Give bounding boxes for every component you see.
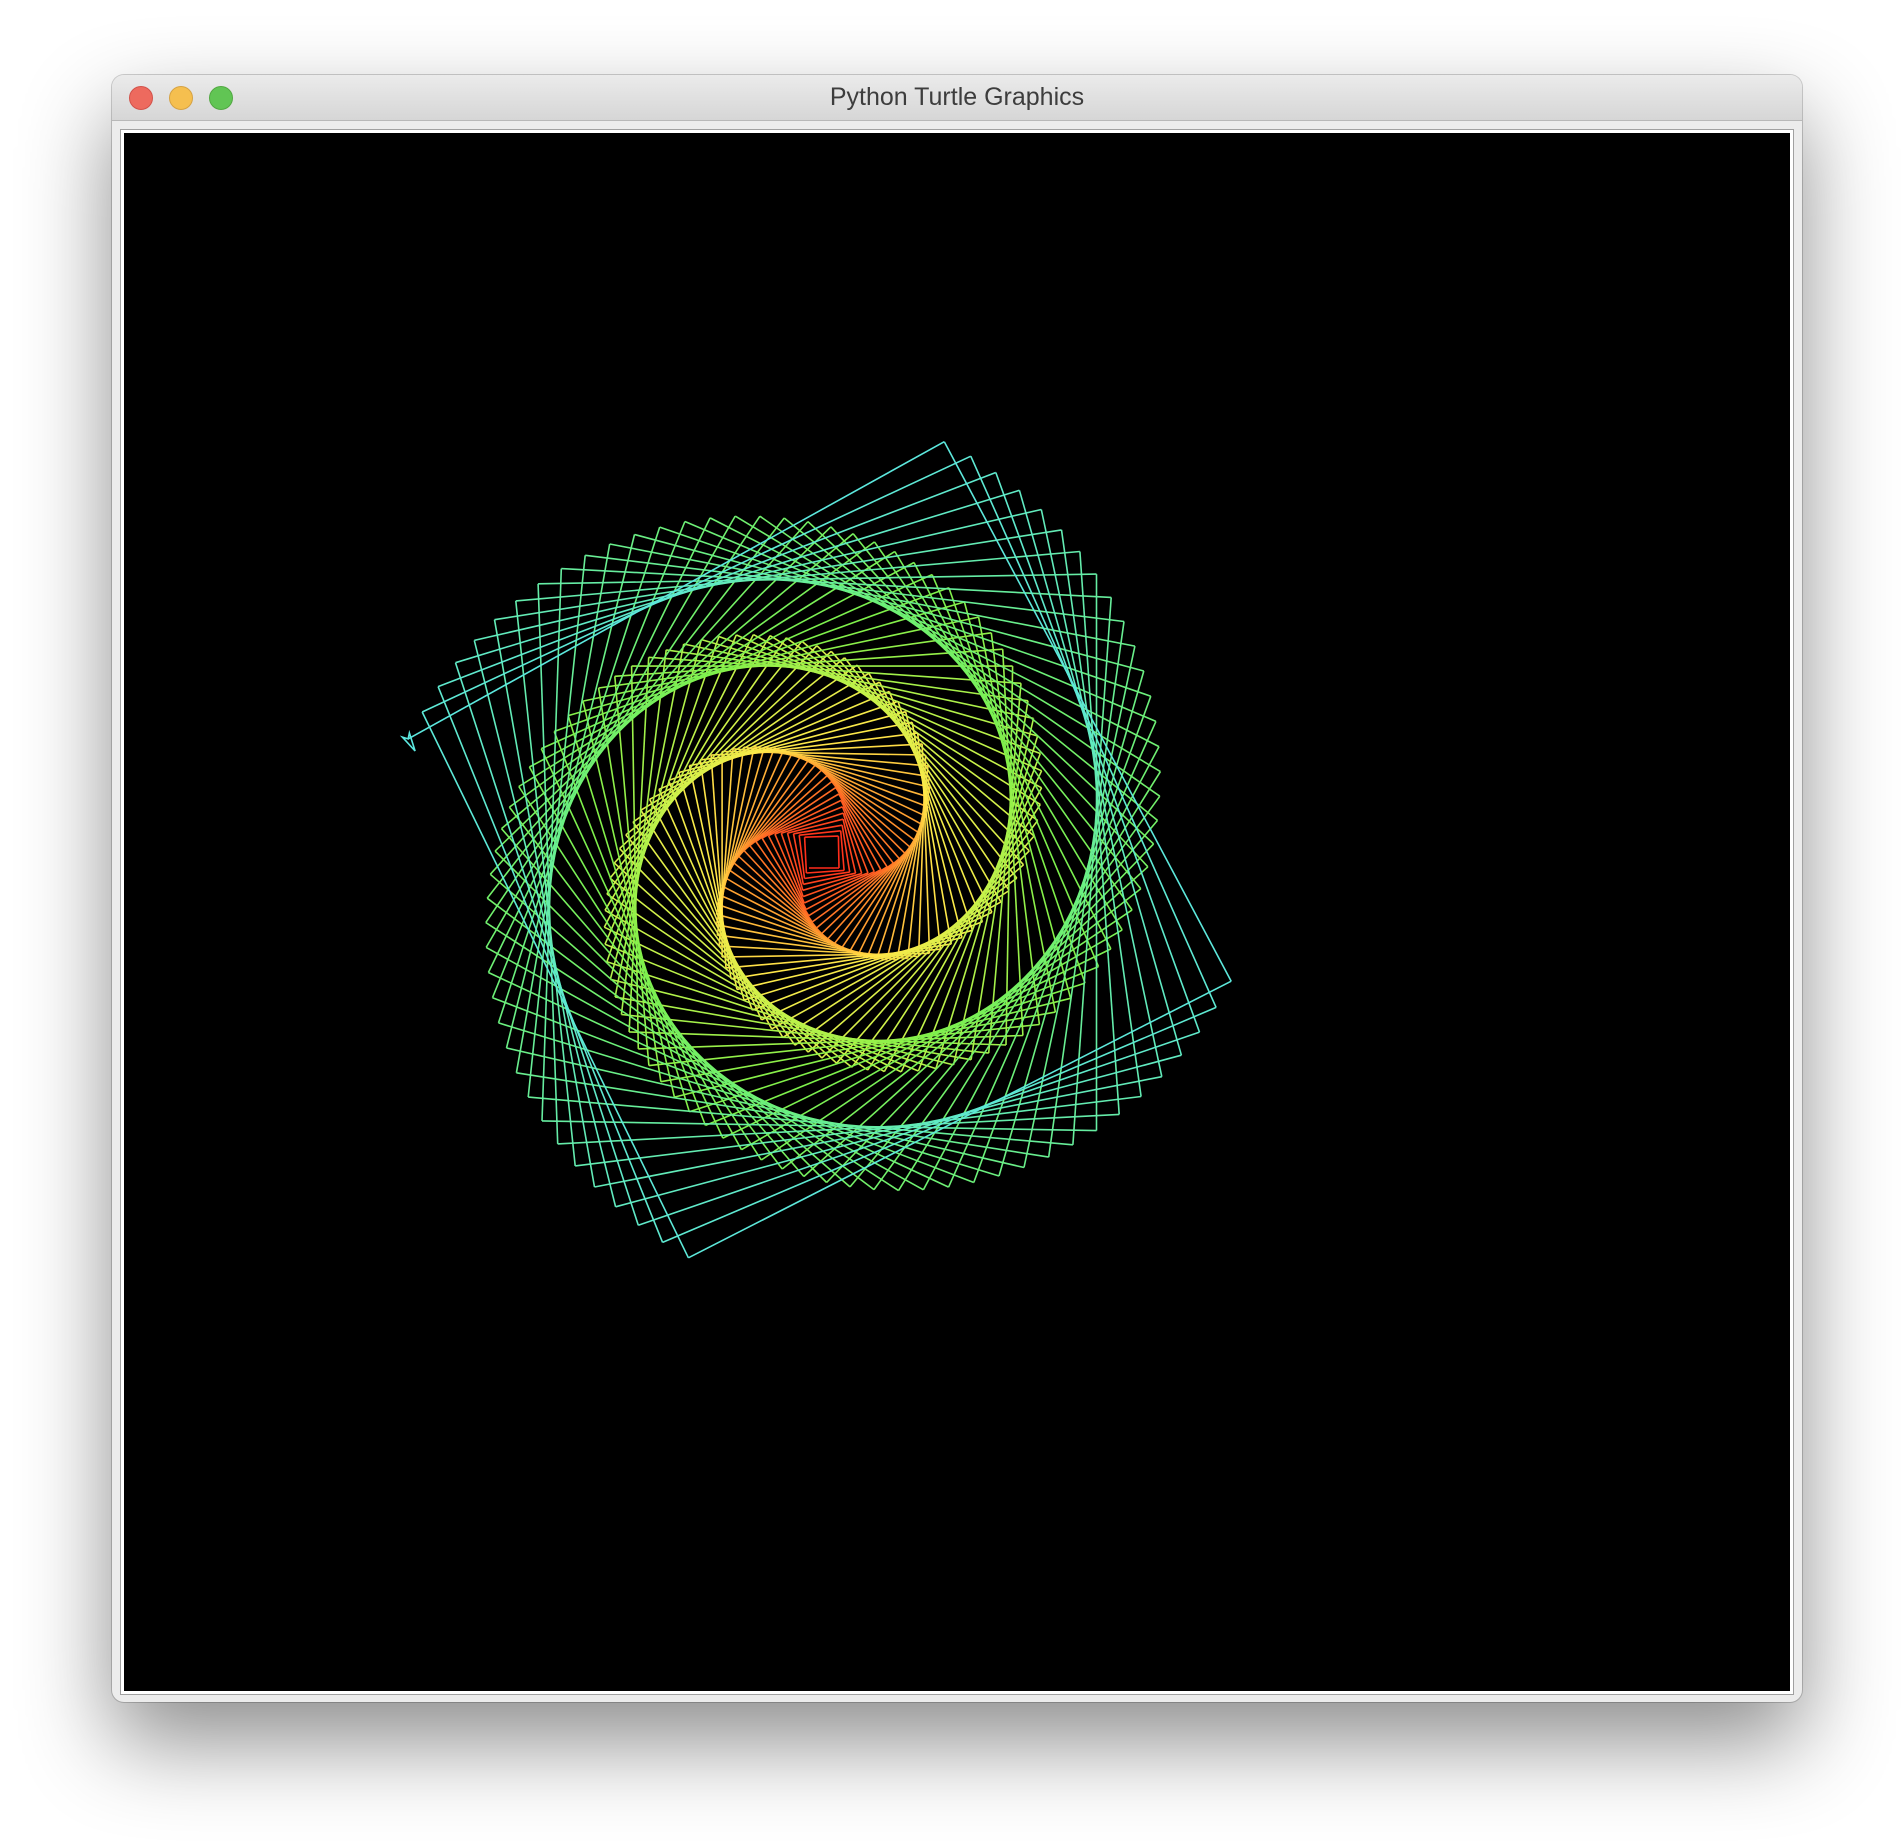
spiral-segment <box>743 929 973 1001</box>
title-bar[interactable]: Python Turtle Graphics <box>112 75 1802 121</box>
window-title: Python Turtle Graphics <box>829 83 1085 111</box>
spiral-segment <box>454 662 640 1226</box>
spiral-segment <box>494 529 1062 621</box>
spiral-segment <box>977 616 1057 1013</box>
spiral-segment <box>837 836 840 869</box>
spiral-segment <box>582 616 979 702</box>
spiral-segment <box>806 869 845 874</box>
turtle-canvas[interactable] <box>124 133 1790 1691</box>
spiral-drawing <box>399 441 1232 1259</box>
turtle-window: Python Turtle Graphics <box>112 75 1802 1702</box>
spiral-segment <box>798 835 806 879</box>
spiral-segment <box>973 695 1152 1183</box>
spiral-segment <box>492 996 975 1184</box>
spiral-segment <box>749 845 818 929</box>
spiral-segment <box>575 1095 1142 1167</box>
spiral-segment <box>815 857 900 929</box>
spiral-segment <box>638 1031 1200 1227</box>
spiral-segment <box>493 619 596 1188</box>
spiral-segment <box>831 781 894 864</box>
spiral-segment <box>803 837 808 874</box>
canvas-frame <box>120 129 1794 1695</box>
spiral-segment <box>804 835 839 838</box>
spiral-segment <box>506 1047 1025 1169</box>
spiral-segment <box>838 793 882 871</box>
